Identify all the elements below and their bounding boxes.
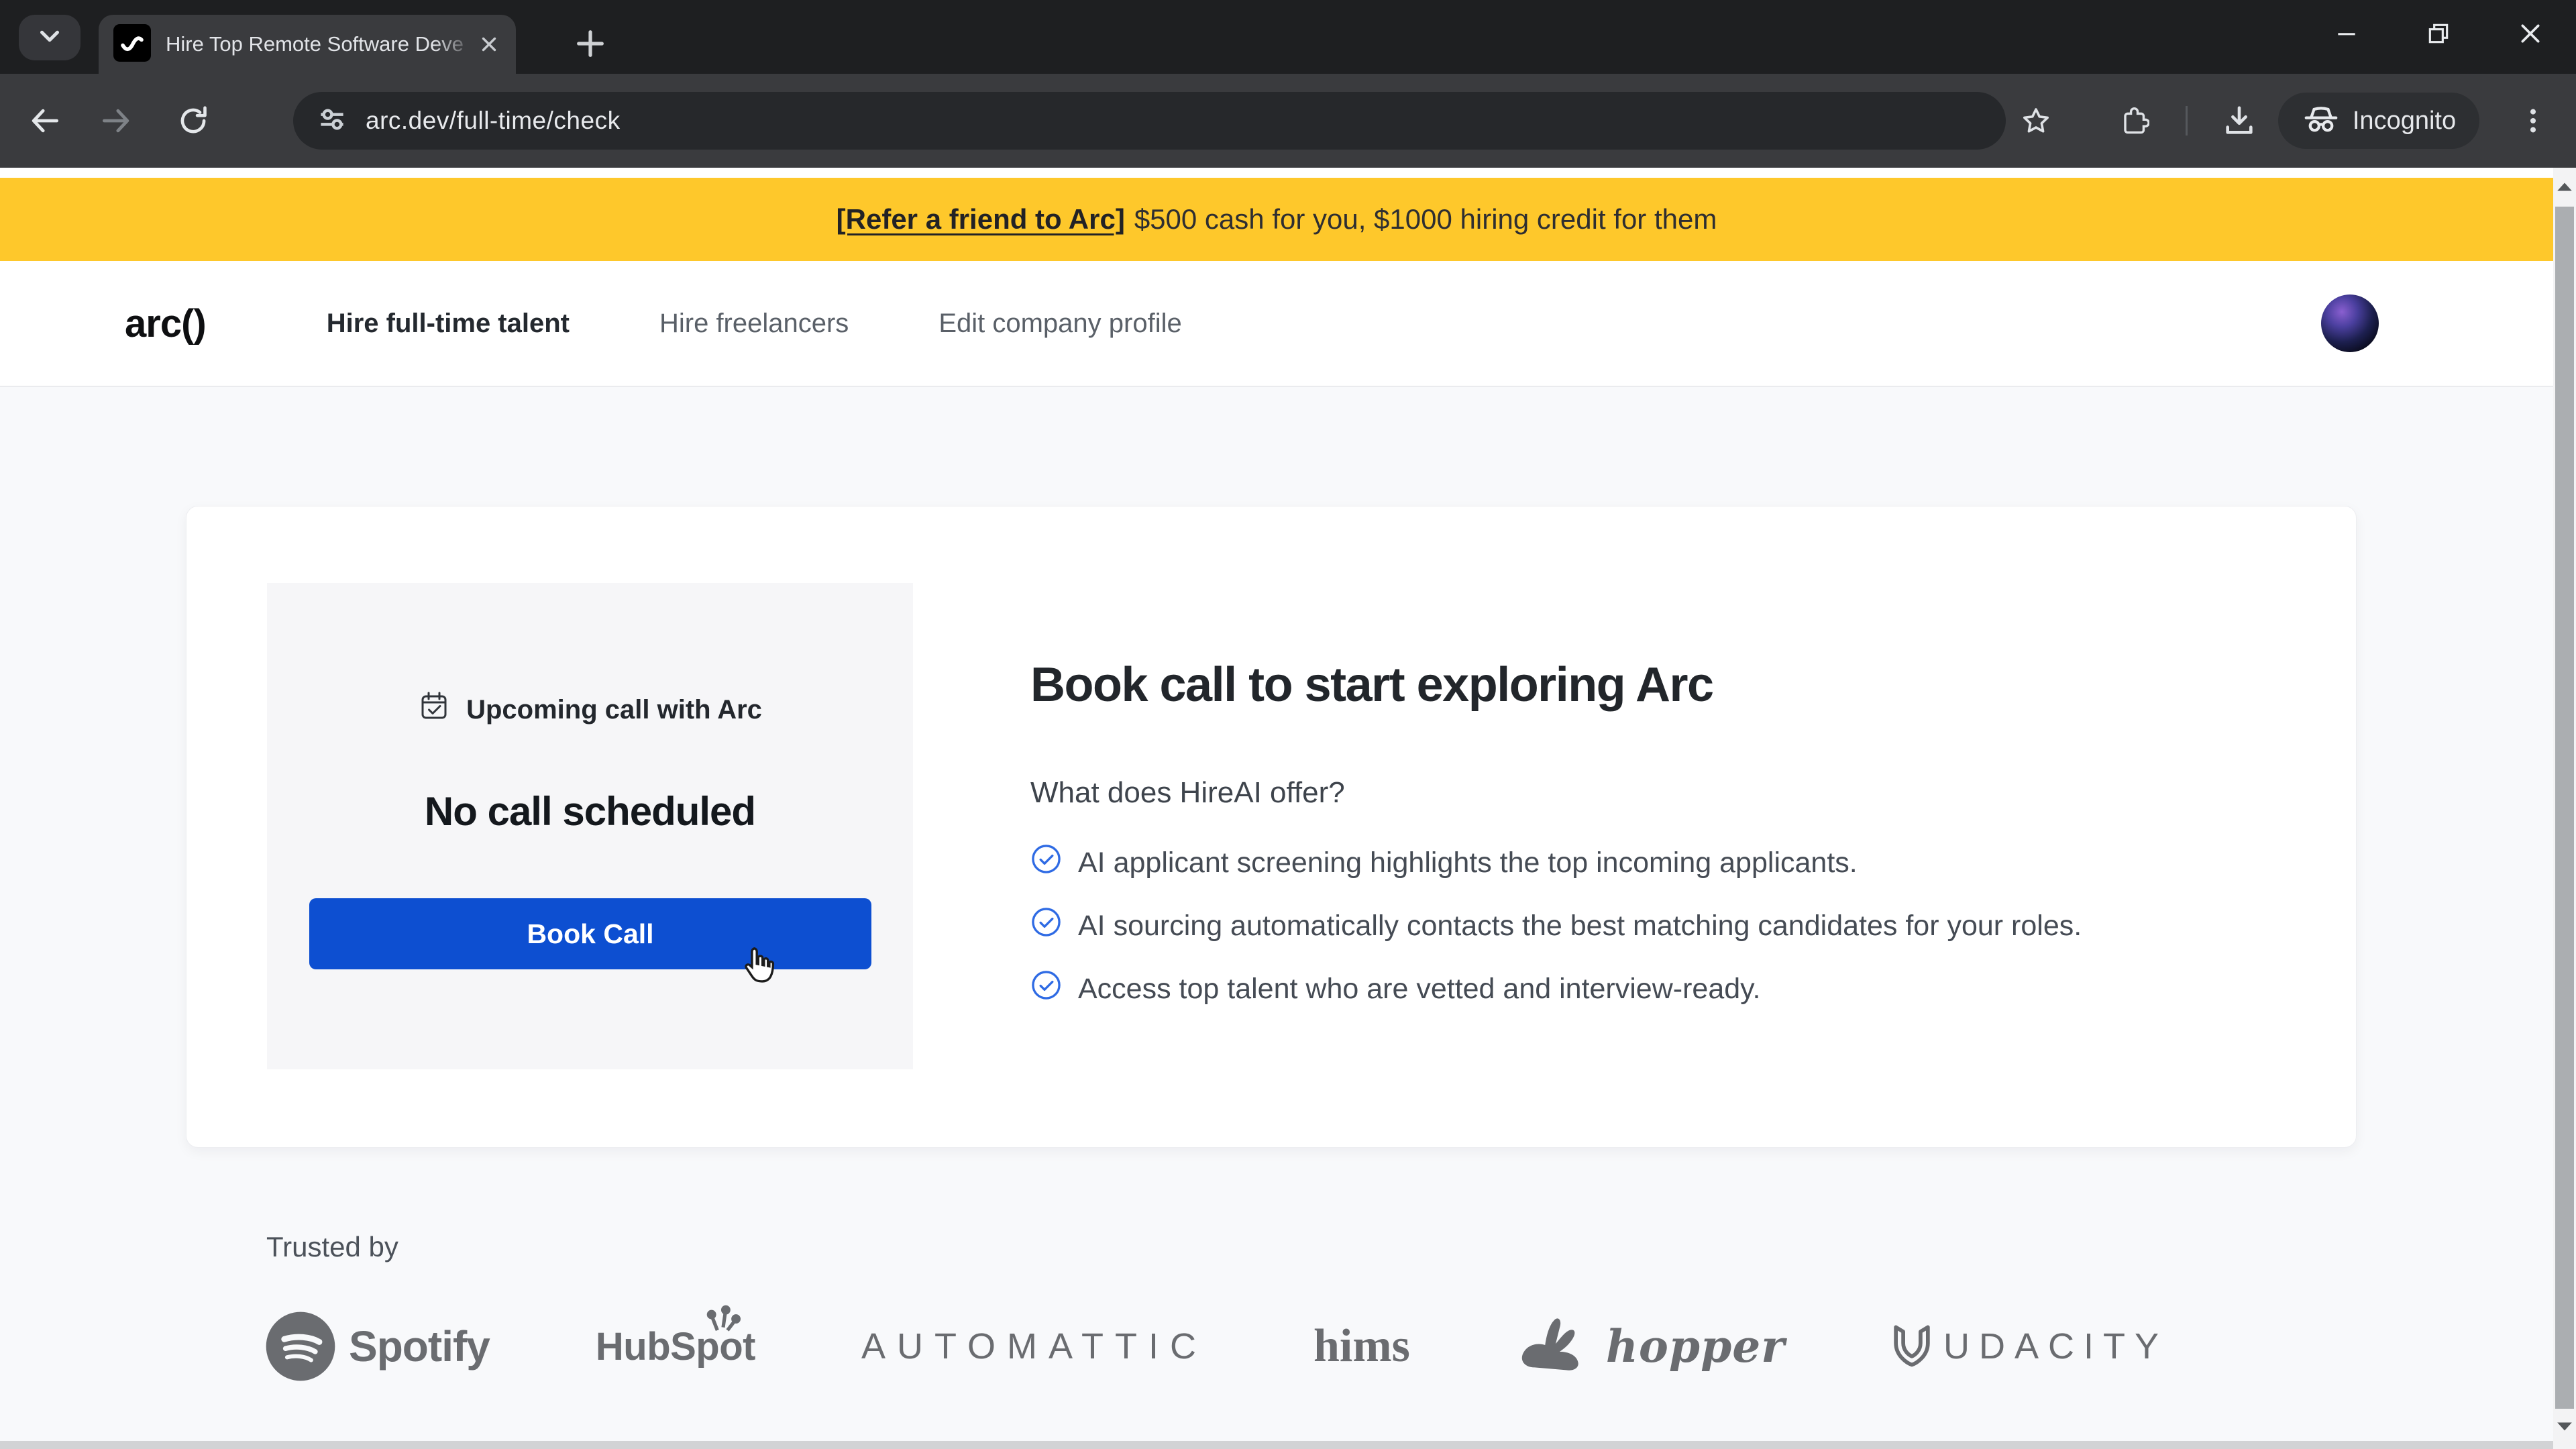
browser-window: Hire Top Remote Software Deve [0,0,2576,1449]
list-item: AI sourcing automatically contacts the b… [1030,906,2292,945]
referral-banner: [Refer a friend to Arc] $500 cash for yo… [0,178,2553,261]
avatar[interactable] [2321,294,2379,352]
back-button[interactable] [17,74,71,168]
list-item: Access top talent who are vetted and int… [1030,969,2292,1008]
new-tab-button[interactable] [567,20,614,67]
bookmark-star-icon[interactable] [2009,74,2063,168]
bullet-text: AI sourcing automatically contacts the b… [1078,910,2082,943]
site-favicon-icon [113,24,151,65]
site-settings-icon[interactable] [316,103,348,139]
download-icon[interactable] [2212,74,2266,168]
restore-button[interactable] [2392,0,2484,67]
spotify-logo: Spotify [263,1309,490,1384]
tab-strip: Hire Top Remote Software Deve [0,0,2576,74]
upcoming-call-label: Upcoming call with Arc [466,695,762,725]
page-title: Book call to start exploring Arc [1030,657,2292,712]
trusted-logos: Spotify HubSpot AUTOMATTIC hims hopper [263,1296,2168,1397]
calendar-icon [418,690,450,729]
reload-button[interactable] [166,74,220,168]
incognito-badge: Incognito [2278,93,2479,149]
url-bar[interactable]: arc.dev/full-time/check [293,92,2006,150]
check-circle-icon [1030,906,1062,945]
scroll-down-arrow[interactable] [2553,1407,2576,1445]
upcoming-call-panel: Upcoming call with Arc No call scheduled… [267,583,913,1069]
tab-title: Hire Top Remote Software Deve [166,32,474,56]
hopper-bunny-icon [1516,1309,1595,1383]
udacity-u-icon [1891,1322,1933,1371]
menu-kebab-icon[interactable] [2506,74,2560,168]
hims-logo: hims [1313,1320,1410,1373]
mouse-cursor [737,944,782,993]
horizontal-scrollbar[interactable] [0,1441,2553,1449]
chevron-down-icon [34,21,65,55]
nav-edit-company-profile[interactable]: Edit company profile [938,309,1181,339]
trusted-by-label: Trusted by [266,1231,398,1263]
tab-close-icon[interactable] [474,33,504,56]
check-circle-icon [1030,969,1062,1008]
list-item: AI applicant screening highlights the to… [1030,843,2292,882]
scroll-up-arrow[interactable] [2553,168,2576,205]
hubspot-logo: HubSpot [596,1324,755,1369]
forward-button[interactable] [90,74,144,168]
site-navbar: arc() Hire full-time talent Hire freelan… [0,261,2553,387]
hubspot-sprocket-icon [706,1304,741,1342]
bullet-text: AI applicant screening highlights the to… [1078,847,1858,879]
banner-message: $500 cash for you, $1000 hiring credit f… [1134,203,1717,235]
arc-logo[interactable]: arc() [125,301,206,346]
hireai-subheading: What does HireAI offer? [1030,776,2292,810]
browser-toolbar: arc.dev/full-time/check Incognito [0,74,2576,168]
close-window-button[interactable] [2484,0,2576,67]
hopper-logo: hopper [1516,1309,1785,1383]
check-circle-icon [1030,843,1062,882]
url-text: arc.dev/full-time/check [366,107,621,135]
refer-friend-link[interactable]: [Refer a friend to Arc] [837,203,1125,235]
book-call-card: Upcoming call with Arc No call scheduled… [186,506,2357,1148]
tab-search-button[interactable] [19,15,80,60]
nav-hire-fulltime[interactable]: Hire full-time talent [327,309,570,339]
extensions-icon[interactable] [2106,74,2160,168]
web-page: [Refer a friend to Arc] $500 cash for yo… [0,168,2576,1441]
call-status: No call scheduled [267,788,913,835]
spotify-icon [263,1309,338,1384]
scrollbar-thumb[interactable] [2555,207,2574,1409]
browser-tab[interactable]: Hire Top Remote Software Deve [99,15,516,74]
incognito-label: Incognito [2353,107,2456,136]
toolbar-divider [2186,106,2188,136]
vertical-scrollbar[interactable] [2553,168,2576,1449]
book-call-button[interactable]: Book Call [309,898,871,969]
page-content: Upcoming call with Arc No call scheduled… [0,387,2553,1441]
incognito-icon [2302,105,2341,138]
nav-hire-freelancers[interactable]: Hire freelancers [659,309,849,339]
udacity-logo: UDACITY [1891,1322,2168,1371]
automattic-logo: AUTOMATTIC [861,1326,1208,1367]
bullet-text: Access top talent who are vetted and int… [1078,973,1760,1006]
window-controls [2300,0,2576,67]
minimize-button[interactable] [2300,0,2392,67]
